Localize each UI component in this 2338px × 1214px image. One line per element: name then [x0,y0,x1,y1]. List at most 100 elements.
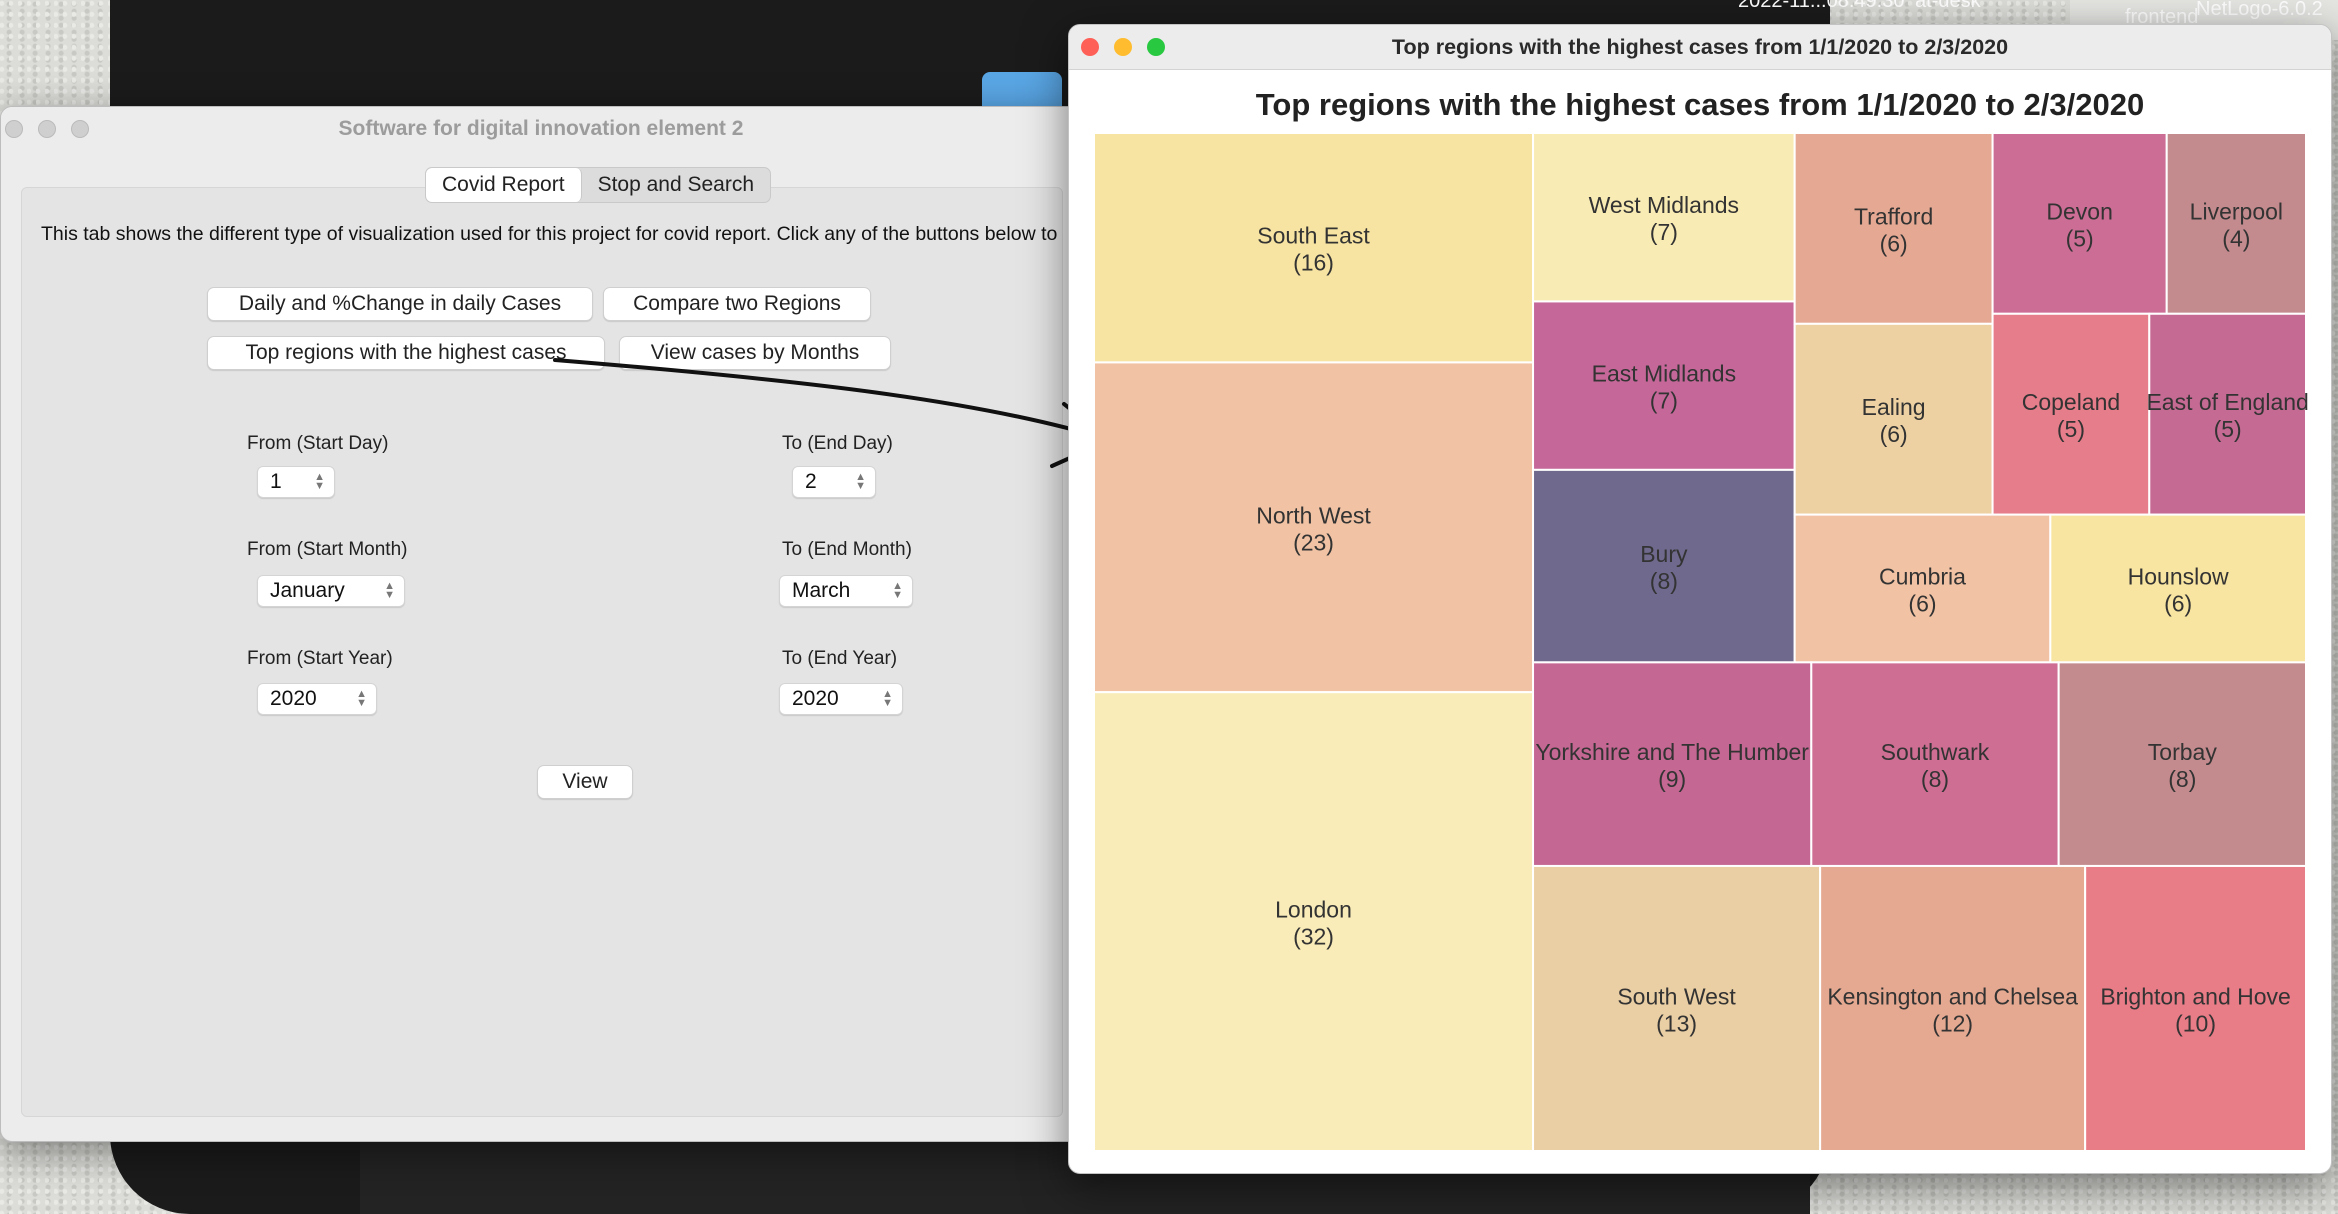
treemap-tile-torbay: Torbay(8) [2057,661,2308,867]
treemap-tile-value: (6) [1880,230,1908,256]
treemap-tile-name: Kensington and Chelsea [1827,983,2078,1009]
treemap-tile-value: (7) [1650,388,1678,414]
compare-regions-button[interactable]: Compare two Regions [603,287,871,321]
treemap-tile-value: (4) [2222,225,2250,251]
stepper-arrows-icon[interactable]: ▲ ▼ [384,581,395,601]
treemap-tile-value: (16) [1293,250,1334,276]
desktop-file-label[interactable]: NetLogo-6.0.2 [2196,0,2323,21]
treemap-tile-south-east: South East(16) [1093,132,1535,364]
tab-content-panel [21,187,1063,1117]
treemap-tile-kensington-and-chelsea: Kensington and Chelsea(12) [1819,864,2087,1153]
treemap-tile-value: (32) [1293,924,1334,950]
treemap-tile-value: (5) [2057,416,2085,442]
treemap-tile-name: Hounslow [2128,563,2229,589]
treemap-tile-value: (5) [2066,225,2094,251]
treemap-tile-east-midlands: East Midlands(7) [1532,300,1796,471]
top-regions-button[interactable]: Top regions with the highest cases [207,336,605,370]
treemap-tile-name: North West [1256,502,1371,528]
start-year-label: From (Start Year) [247,648,393,669]
treemap-tile-name: Trafford [1854,203,1933,229]
desktop-file-label[interactable]: 2022-11...08.49.30 [1738,0,1904,13]
treemap-tile-value: (8) [2168,766,2196,792]
treemap-tile-name: Copeland [2022,389,2120,415]
start-month-value: January [270,579,345,602]
treemap-tile-devon: Devon(5) [1991,132,2168,315]
stepper-arrows-icon[interactable]: ▲ ▼ [882,689,893,709]
treemap-tile-east-of-england: East of England(5) [2146,312,2309,516]
treemap-tile-name: Ealing [1862,394,1926,420]
treemap-tile-value: (9) [1658,766,1686,792]
treemap-chart: South East(16)North West(23)London(32)We… [1093,132,2309,1153]
treemap-tile-name: Cumbria [1879,563,1966,589]
treemap-tile-name: Devon [2046,198,2112,224]
view-by-months-button[interactable]: View cases by Months [619,336,891,370]
treemap-tile-name: Brighton and Hove [2100,983,2291,1009]
treemap-tile-value: (8) [1921,766,1949,792]
treemap-tile-liverpool: Liverpool(4) [2165,132,2307,315]
start-year-spinner[interactable]: 2020 ▲ ▼ [257,683,377,715]
treemap-tile-west-midlands: West Midlands(7) [1532,132,1796,303]
treemap-tile-name: London [1275,897,1352,923]
treemap-tile-value: (13) [1656,1010,1697,1036]
treemap-tile-name: East Midlands [1592,361,1736,387]
treemap-tile-value: (6) [2164,590,2192,616]
treemap-tile-name: Torbay [2148,739,2218,765]
start-year-value: 2020 [270,687,317,710]
desktop-file-label[interactable]: at-desk [1915,0,1981,13]
treemap-tile-name: Liverpool [2190,198,2283,224]
chart-window: Top regions with the highest cases from … [1068,24,2332,1174]
stepper-arrows-icon[interactable]: ▲ ▼ [356,689,367,709]
treemap-tile-brighton-and-hove: Brighton and Hove(10) [2084,864,2308,1153]
treemap-tile-name: Bury [1640,541,1688,567]
start-day-label: From (Start Day) [247,433,389,454]
treemap-tile-south-west: South West(13) [1532,864,1822,1153]
stepper-arrows-icon[interactable]: ▲ ▼ [855,472,866,492]
treemap-tile-name: South East [1257,223,1370,249]
treemap-tile-hounslow: Hounslow(6) [2049,513,2307,664]
treemap-tile-yorkshire-and-the-humber: Yorkshire and The Humber(9) [1532,661,1813,867]
start-month-select[interactable]: January ▲ ▼ [257,575,405,607]
treemap-tile-name: Yorkshire and The Humber [1535,739,1809,765]
treemap-tile-ealing: Ealing(6) [1793,322,1994,516]
end-day-label: To (End Day) [782,433,893,454]
treemap-tile-cumbria: Cumbria(6) [1793,513,2052,664]
end-day-value: 2 [805,470,817,493]
treemap-tile-value: (6) [1880,421,1908,447]
treemap-tile-value: (10) [2175,1010,2216,1036]
treemap-tile-value: (12) [1932,1010,1973,1036]
window-title: Software for digital innovation element … [338,117,744,140]
treemap-tile-value: (23) [1293,529,1334,555]
main-window: Software for digital innovation element … [0,106,1082,1142]
tab-covid-report[interactable]: Covid Report [426,168,582,202]
folder-icon[interactable] [982,72,1062,110]
main-titlebar: Software for digital innovation element … [1,107,1081,151]
end-year-value: 2020 [792,687,839,710]
treemap-tile-north-west: North West(23) [1093,361,1535,694]
treemap-tile-name: East of England [2146,389,2308,415]
start-day-value: 1 [270,470,282,493]
end-month-select[interactable]: March ▲ ▼ [779,575,913,607]
end-month-value: March [792,579,851,602]
treemap-tile-value: (8) [1650,568,1678,594]
view-button[interactable]: View [537,765,633,799]
start-day-spinner[interactable]: 1 ▲ ▼ [257,466,335,498]
end-month-label: To (End Month) [782,539,912,560]
treemap-tile-bury: Bury(8) [1532,468,1796,664]
treemap-tile-name: South West [1617,983,1736,1009]
treemap-tile-london: London(32) [1093,691,1535,1152]
stepper-arrows-icon[interactable]: ▲ ▼ [892,581,903,601]
end-year-spinner[interactable]: 2020 ▲ ▼ [779,683,903,715]
treemap-tile-name: West Midlands [1589,192,1739,218]
treemap-tile-copeland: Copeland(5) [1991,312,2151,516]
tab-stop-and-search[interactable]: Stop and Search [582,168,770,202]
treemap-tile-name: Southwark [1881,739,1990,765]
treemap-tile-value: (6) [1908,590,1936,616]
start-month-label: From (Start Month) [247,539,408,560]
treemap-tile-southwark: Southwark(8) [1810,661,2060,867]
tab-bar: Covid Report Stop and Search [425,167,772,203]
tab-description: This tab shows the different type of vis… [41,223,1058,245]
end-day-spinner[interactable]: 2 ▲ ▼ [792,466,876,498]
treemap-tile-value: (5) [2214,416,2242,442]
stepper-arrows-icon[interactable]: ▲ ▼ [314,472,325,492]
daily-change-button[interactable]: Daily and %Change in daily Cases [207,287,593,321]
